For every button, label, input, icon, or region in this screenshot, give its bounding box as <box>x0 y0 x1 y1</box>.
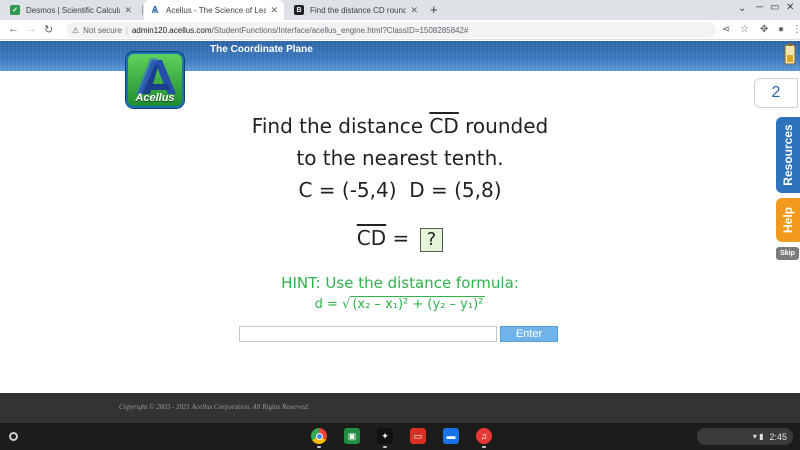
tab-acellus[interactable]: Ѧ Acellus - The Science of Learning ✕ <box>144 0 284 20</box>
profile-icon[interactable]: ● <box>778 24 784 35</box>
minimize-icon[interactable]: ─ <box>756 2 763 13</box>
bookmark-star-icon[interactable]: ☆ <box>740 24 749 35</box>
chrome-app-icon[interactable] <box>311 428 327 444</box>
clock: 2:45 <box>769 431 787 442</box>
acellus-footer: Copyright © 2003 - 2021 Acellus Corporat… <box>0 393 800 423</box>
tab-desmos[interactable]: ✓ Desmos | Scientific Calculator ✕ <box>4 0 138 20</box>
copyright-text: Copyright © 2003 - 2021 Acellus Corporat… <box>119 403 310 411</box>
answer-equation: CD = ? <box>0 226 800 252</box>
launcher-icon[interactable] <box>9 432 18 441</box>
menu-dots-icon[interactable]: ⋮ <box>792 24 800 35</box>
close-icon[interactable]: ✕ <box>270 5 278 16</box>
acellus-header: The Coordinate Plane <box>0 41 800 71</box>
question-line-1: Find the distance CD rounded <box>251 114 549 138</box>
classroom-app-icon[interactable]: ▣ <box>344 428 360 444</box>
answer-placeholder-box: ? <box>419 228 444 252</box>
system-tray[interactable]: ▾ ▮ 2:45 <box>697 428 793 445</box>
square-root-icon: √ <box>342 297 351 312</box>
hint-formula: d = √ (x₂ – x₁)² + (y₂ – y₁)² <box>314 296 486 312</box>
hint-title: HINT: Use the distance formula: <box>281 274 519 292</box>
close-icon[interactable]: ✕ <box>410 5 418 16</box>
security-status[interactable]: Not secure <box>83 26 122 35</box>
url-host: admin120.acellus.com <box>131 25 212 35</box>
document-favicon-icon: B <box>294 5 304 15</box>
brainly-app-icon[interactable]: ✦ <box>377 428 393 444</box>
wifi-battery-icon: ▾ ▮ <box>752 432 764 441</box>
new-tab-button[interactable]: + <box>430 2 438 17</box>
segment-cd: CD <box>356 226 387 250</box>
browser-tab-strip: ✓ Desmos | Scientific Calculator ✕ Ѧ Ace… <box>0 0 800 20</box>
answer-input[interactable] <box>239 326 497 342</box>
question-number-badge: 2 <box>754 78 798 108</box>
slides-app-icon[interactable]: ▭ <box>410 428 426 444</box>
tab-title: Find the distance CD rounded to <box>310 5 407 15</box>
question-points: C = (-5,4) D = (5,8) <box>298 178 502 202</box>
close-window-icon[interactable]: ✕ <box>786 2 794 13</box>
extensions-puzzle-icon[interactable]: ✥ <box>760 24 768 35</box>
power-level-icon <box>784 43 796 65</box>
tab-find-distance[interactable]: B Find the distance CD rounded to ✕ <box>288 0 424 20</box>
tab-search-chevron-icon[interactable]: ⌄ <box>738 3 746 14</box>
close-icon[interactable]: ✕ <box>124 5 132 16</box>
logo-text: Acellus <box>135 92 175 104</box>
files-app-icon[interactable]: ▬ <box>443 428 459 444</box>
acellus-favicon-icon: Ѧ <box>151 4 159 16</box>
music-app-icon[interactable]: ♫ <box>476 428 492 444</box>
warning-triangle-icon[interactable]: ⚠ <box>72 26 79 35</box>
tab-title: Acellus - The Science of Learning <box>166 5 267 15</box>
desmos-favicon-icon: ✓ <box>10 5 20 15</box>
share-icon[interactable]: ⋖ <box>722 24 730 35</box>
browser-toolbar: ← → ↻ ⚠ Not secure | admin120.acellus.co… <box>0 20 800 40</box>
course-title: The Coordinate Plane <box>210 44 313 55</box>
reload-icon[interactable]: ↻ <box>44 23 53 36</box>
address-bar[interactable]: ⚠ Not secure | admin120.acellus.com /Stu… <box>66 22 716 38</box>
os-shelf: ▣ ✦ ▭ ▬ ♫ ▾ ▮ 2:45 <box>0 423 800 450</box>
enter-button[interactable]: Enter <box>500 326 558 342</box>
back-arrow-icon[interactable]: ← <box>8 23 19 35</box>
segment-cd: CD <box>429 114 459 138</box>
url-path: /StudentFunctions/Interface/acellus_engi… <box>211 25 469 35</box>
question-line-2: to the nearest tenth. <box>296 146 504 170</box>
maximize-icon[interactable]: ▭ <box>770 2 779 13</box>
forward-arrow-icon[interactable]: → <box>26 23 37 35</box>
acellus-logo: Acellus <box>126 52 184 108</box>
tab-title: Desmos | Scientific Calculator <box>26 5 120 15</box>
formula-radicand: (x₂ – x₁)² + (y₂ – y₁)² <box>350 296 486 312</box>
